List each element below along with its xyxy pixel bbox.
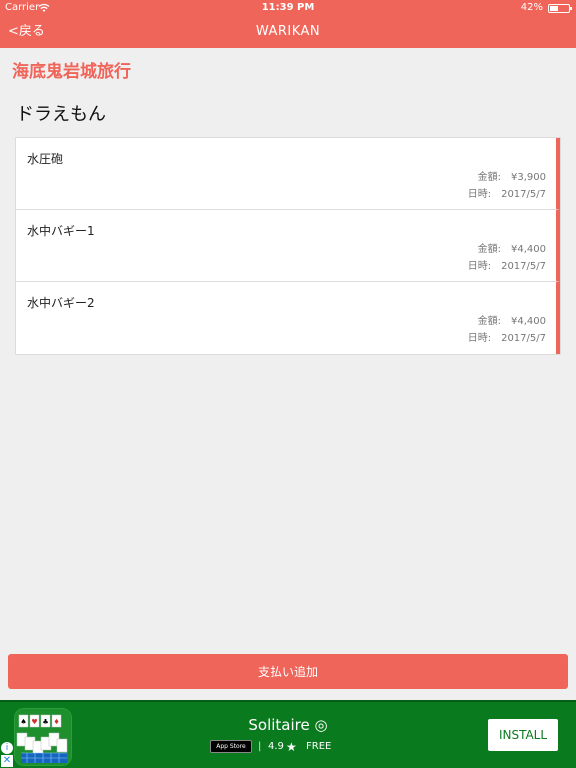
- payment-list: 水圧砲 金額: ¥3,900 日時: 2017/5/7 水中バギー1 金額: ¥4,4…: [15, 137, 561, 355]
- trip-title: 海底鬼岩城旅行: [12, 62, 131, 82]
- amount-label: 金額:: [477, 244, 501, 255]
- ad-price: FREE: [306, 741, 332, 752]
- app-store-badge: App Store: [210, 740, 252, 753]
- date-value: 2017/5/7: [501, 333, 546, 344]
- back-button[interactable]: <戻る: [8, 16, 45, 48]
- clock: 11:39 PM: [261, 2, 315, 13]
- payment-amount: 金額: ¥4,400: [478, 312, 546, 327]
- date-label: 日時:: [467, 189, 492, 200]
- payment-date: 日時: 2017/5/7: [468, 329, 546, 344]
- battery-tip: [570, 7, 572, 10]
- battery-icon: [548, 4, 572, 13]
- date-value: 2017/5/7: [501, 189, 546, 200]
- payment-name: 水圧砲: [27, 152, 64, 166]
- separator: |: [258, 741, 262, 752]
- close-icon[interactable]: ✕: [1, 755, 13, 767]
- payment-item[interactable]: 水圧砲 金額: ¥3,900 日時: 2017/5/7: [16, 138, 560, 210]
- nav-title: WARIKAN: [255, 24, 321, 39]
- person-name: ドラえもん: [16, 104, 106, 125]
- ad-banner[interactable]: ♠ ♥ ♣ ♦ Solitaire ◎ App Store | 4.9 ★ FR…: [0, 700, 576, 768]
- payment-name: 水中バギー2: [27, 296, 95, 310]
- amount-label: 金額:: [477, 316, 501, 327]
- payment-date: 日時: 2017/5/7: [468, 257, 546, 272]
- payment-item[interactable]: 水中バギー2 金額: ¥4,400 日時: 2017/5/7: [16, 282, 560, 354]
- navigation-bar: WARIKAN <戻る: [0, 16, 576, 48]
- battery-percent: 42%: [520, 2, 543, 13]
- ad-rating: 4.9: [268, 741, 284, 752]
- date-label: 日時:: [467, 261, 492, 272]
- payment-date: 日時: 2017/5/7: [468, 185, 546, 200]
- date-label: 日時:: [467, 333, 492, 344]
- battery-fill: [550, 6, 558, 11]
- payment-amount: 金額: ¥4,400: [478, 240, 546, 255]
- payment-name: 水中バギー1: [27, 224, 95, 238]
- install-button[interactable]: INSTALL: [488, 719, 558, 751]
- payment-amount: 金額: ¥3,900: [478, 168, 546, 183]
- amount-value: ¥4,400: [511, 244, 546, 255]
- add-payment-button[interactable]: 支払い追加: [8, 654, 568, 689]
- star-icon: ★: [286, 740, 297, 754]
- amount-label: 金額:: [477, 172, 501, 183]
- payment-item[interactable]: 水中バギー1 金額: ¥4,400 日時: 2017/5/7: [16, 210, 560, 282]
- date-value: 2017/5/7: [501, 261, 546, 272]
- status-bar: Carrier 11:39 PM 42%: [0, 0, 576, 16]
- info-icon[interactable]: i: [1, 742, 13, 754]
- amount-value: ¥4,400: [511, 316, 546, 327]
- amount-value: ¥3,900: [511, 172, 546, 183]
